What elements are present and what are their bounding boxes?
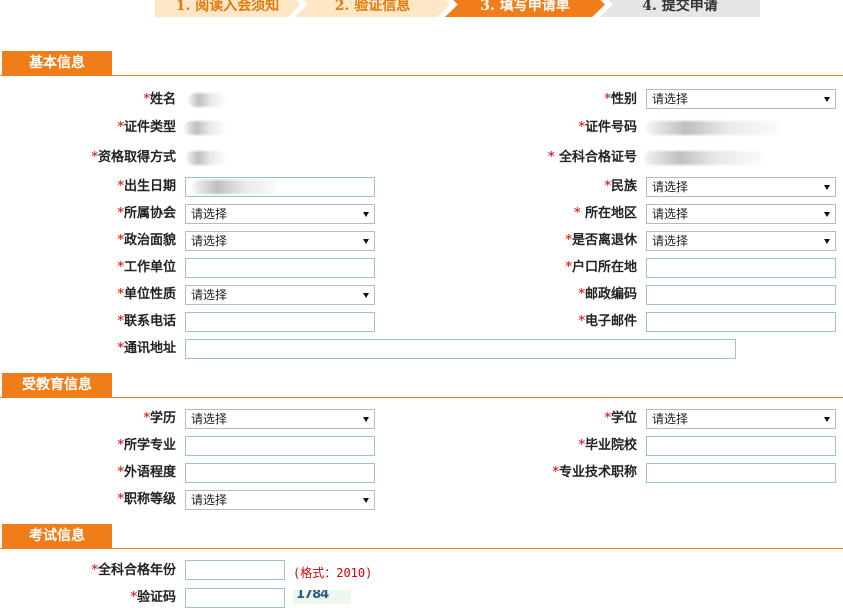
label-political-status: *政治面貌 [60, 231, 176, 251]
degree-select[interactable]: 请选择 [646, 409, 836, 429]
school-input[interactable] [646, 436, 836, 456]
birth-date-value-redacted [192, 180, 278, 194]
chevron-down-icon [824, 185, 830, 190]
label-qualification-method: *资格取得方式 [40, 148, 176, 168]
political-status-select[interactable]: 请选择 [185, 231, 375, 251]
captcha-image[interactable]: 1784 [293, 590, 351, 604]
label-major: *所学专业 [60, 436, 176, 456]
label-address: *通讯地址 [60, 339, 176, 359]
label-degree: *学位 [520, 409, 637, 429]
chevron-down-icon [363, 293, 369, 298]
label-foreign-language: *外语程度 [60, 463, 176, 483]
label-id-number: *证件号码 [520, 118, 637, 138]
chevron-down-icon [824, 417, 830, 422]
section-basic-info: 基本信息 [0, 51, 843, 76]
label-association: *所属协会 [60, 204, 176, 224]
pass-year-format-hint: (格式：2010) [293, 563, 372, 583]
qualification-value-redacted [186, 151, 226, 165]
label-employer: *工作单位 [60, 258, 176, 278]
section-title-basic: 基本信息 [2, 51, 112, 75]
section-exam-info: 考试信息 [0, 524, 843, 549]
label-ethnicity: *民族 [520, 177, 637, 197]
title-level-select[interactable]: 请选择 [185, 490, 375, 510]
label-postal-code: *邮政编码 [520, 285, 637, 305]
label-school: *毕业院校 [520, 436, 637, 456]
label-employer-type: *单位性质 [60, 285, 176, 305]
chevron-down-icon [824, 97, 830, 102]
ethnicity-select[interactable]: 请选择 [646, 177, 836, 197]
tech-title-input[interactable] [646, 463, 836, 483]
label-title-level: *职称等级 [60, 490, 176, 510]
gender-select[interactable]: 请选择 [646, 89, 836, 109]
id-type-value-redacted [184, 121, 226, 135]
section-title-education: 受教育信息 [2, 373, 112, 397]
step-indicator: 1. 阅读入会须知 2. 验证信息 3. 填写申请单 4. 提交申请 [155, 0, 760, 17]
label-degree-level: *学历 [60, 409, 176, 429]
step-1: 1. 阅读入会须知 [155, 0, 300, 17]
pass-year-input[interactable] [185, 560, 285, 580]
address-input[interactable] [185, 339, 736, 359]
hukou-input[interactable] [646, 258, 836, 278]
step-4: 4. 提交申请 [600, 0, 760, 17]
major-input[interactable] [185, 436, 375, 456]
association-select[interactable]: 请选择 [185, 204, 375, 224]
chevron-down-icon [824, 239, 830, 244]
email-input[interactable] [646, 312, 836, 332]
employer-type-select[interactable]: 请选择 [185, 285, 375, 305]
label-hukou: *户口所在地 [520, 258, 637, 278]
label-id-type: *证件类型 [60, 118, 176, 138]
section-education-info: 受教育信息 [0, 373, 843, 398]
chevron-down-icon [363, 417, 369, 422]
label-retired: *是否离退休 [520, 231, 637, 251]
name-value-redacted [188, 93, 226, 107]
phone-input[interactable] [185, 312, 375, 332]
label-pass-year: *全科合格年份 [40, 561, 176, 581]
chevron-down-icon [363, 212, 369, 217]
cert-number-value-redacted [644, 151, 764, 165]
label-cert-number: * 全科合格证号 [500, 148, 637, 168]
chevron-down-icon [824, 212, 830, 217]
id-number-value-redacted [646, 121, 780, 135]
captcha-input[interactable] [185, 588, 285, 608]
label-birth-date: *出生日期 [60, 177, 176, 197]
foreign-language-input[interactable] [185, 463, 375, 483]
step-2: 2. 验证信息 [295, 0, 450, 17]
employer-input[interactable] [185, 258, 375, 278]
label-region: * 所在地区 [520, 204, 637, 224]
label-email: *电子邮件 [520, 312, 637, 332]
label-tech-title: *专业技术职称 [500, 463, 637, 483]
label-captcha: *验证码 [60, 588, 176, 608]
step-3-current: 3. 填写申请单 [445, 0, 605, 17]
region-select[interactable]: 请选择 [646, 204, 836, 224]
label-gender: *性别 [520, 90, 637, 110]
degree-level-select[interactable]: 请选择 [185, 409, 375, 429]
chevron-down-icon [363, 498, 369, 503]
postal-code-input[interactable] [646, 285, 836, 305]
section-title-exam: 考试信息 [2, 524, 112, 548]
retired-select[interactable]: 请选择 [646, 231, 836, 251]
chevron-down-icon [363, 239, 369, 244]
label-name: *姓名 [60, 90, 176, 110]
label-phone: *联系电话 [60, 312, 176, 332]
